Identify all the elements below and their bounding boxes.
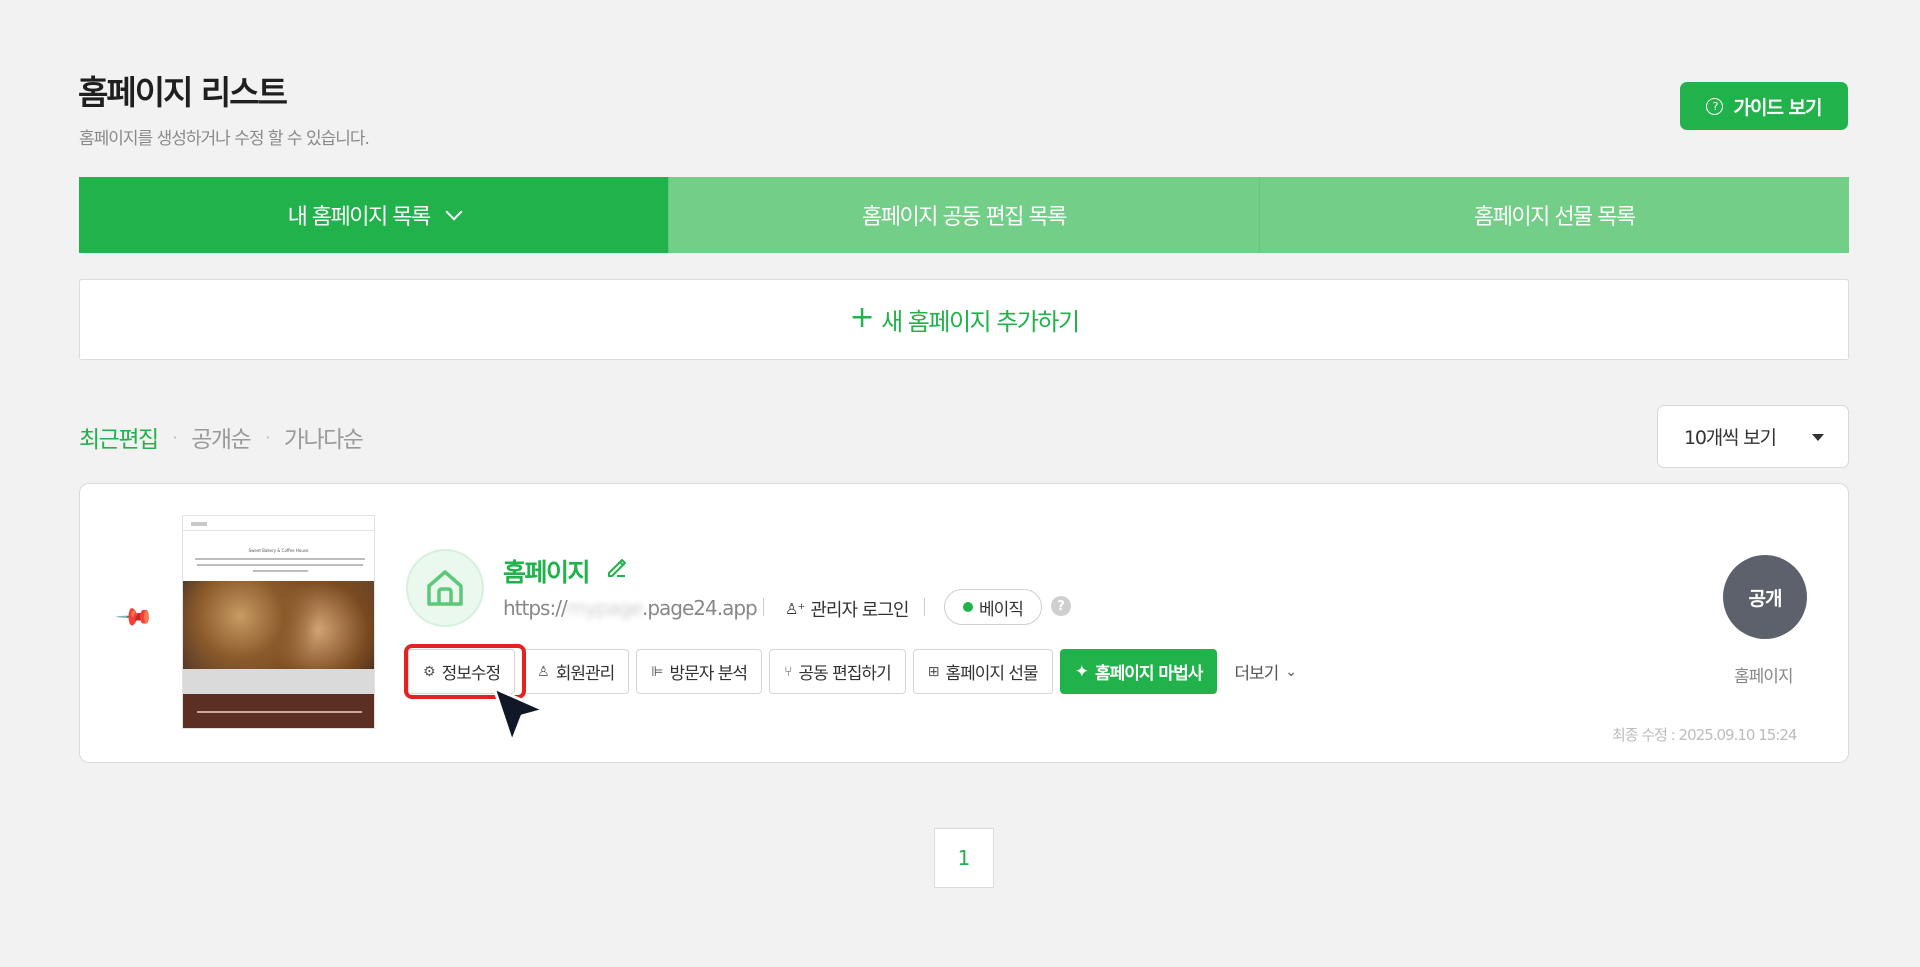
member-management-label: 회원관리 (555, 664, 616, 684)
edit-info-label: 정보수정 (441, 664, 502, 684)
add-homepage-button[interactable]: + 새 홈페이지 추가하기 (79, 279, 1849, 360)
visitor-analytics-label: 방문자 분석 (669, 664, 748, 684)
sort-options: 최근편집 · 공개순 · 가나다순 (79, 420, 364, 454)
user-key-icon: ♙⁺ (785, 600, 805, 618)
homepage-name[interactable]: 홈페이지 (503, 553, 591, 589)
homepage-wizard-button[interactable]: ✦ 홈페이지 마법사 (1059, 649, 1218, 694)
admin-login-label: 관리자 로그인 (810, 600, 909, 621)
plan-badge: 베이직 (944, 589, 1042, 625)
question-circle-icon: ? (1706, 97, 1724, 115)
help-icon[interactable]: ? (1051, 596, 1071, 616)
sort-separator: · (265, 427, 270, 447)
per-page-value: 10개씩 보기 (1684, 427, 1777, 449)
chevron-down-icon: ⌄ (1285, 663, 1297, 680)
more-button[interactable]: 더보기 ⌄ (1224, 649, 1306, 694)
tab-gifts[interactable]: 홈페이지 선물 목록 (1258, 177, 1849, 253)
homepage-thumbnail[interactable]: Sweet Bakery & Coffee House (182, 515, 375, 729)
guide-button[interactable]: ? 가이드 보기 (1680, 82, 1848, 130)
divider (924, 598, 925, 616)
co-edit-button[interactable]: ⑂ 공동 편집하기 (769, 649, 906, 694)
status-dot-icon (963, 602, 974, 612)
tab-co-editing[interactable]: 홈페이지 공동 편집 목록 (668, 177, 1259, 253)
tab-label: 홈페이지 공동 편집 목록 (862, 205, 1067, 230)
gift-icon: ⊞ (927, 663, 940, 680)
magic-wand-icon: ✦ (1074, 661, 1089, 682)
thumbnail-title: Sweet Bakery & Coffee House (248, 548, 309, 553)
homepage-wizard-label: 홈페이지 마법사 (1094, 664, 1203, 684)
edit-pencil-icon[interactable] (605, 555, 629, 585)
sort-recent[interactable]: 최근편집 (79, 420, 159, 454)
dropdown-arrow-icon (1812, 434, 1824, 441)
admin-login-link[interactable]: ♙⁺ 관리자 로그인 (785, 596, 909, 622)
user-icon: ♙ (537, 663, 550, 680)
plus-icon: + (849, 300, 874, 335)
publish-status-badge[interactable]: 공개 (1723, 555, 1807, 639)
sort-public[interactable]: 공개순 (191, 420, 251, 454)
homepage-url[interactable]: https://mypage.page24.app (503, 596, 758, 620)
mouse-cursor-icon (488, 684, 552, 752)
plan-badge-label: 베이직 (979, 599, 1024, 620)
co-edit-label: 공동 편집하기 (798, 664, 891, 684)
url-prefix: https:// (503, 596, 568, 620)
home-icon (406, 549, 484, 627)
gift-homepage-label: 홈페이지 선물 (945, 664, 1038, 684)
divider (763, 598, 764, 616)
gift-homepage-button[interactable]: ⊞ 홈페이지 선물 (912, 649, 1053, 694)
guide-button-label: 가이드 보기 (1733, 96, 1822, 119)
more-label: 더보기 (1234, 664, 1279, 684)
last-modified: 최종 수정 : 2025.09.10 15:24 (1612, 726, 1797, 744)
tab-label: 홈페이지 선물 목록 (1473, 205, 1636, 230)
per-page-select[interactable]: 10개씩 보기 (1657, 405, 1849, 468)
tab-my-homepages[interactable]: 내 홈페이지 목록 (79, 177, 669, 253)
sort-alphabetical[interactable]: 가나다순 (284, 420, 364, 454)
thumbnail-photo (183, 581, 374, 669)
tab-bar: 내 홈페이지 목록 홈페이지 공동 편집 목록 홈페이지 선물 목록 (79, 177, 1849, 253)
page-subtitle: 홈페이지를 생성하거나 수정 할 수 있습니다. (79, 129, 370, 149)
sort-separator: · (172, 427, 178, 447)
pagination-page-1[interactable]: 1 (934, 828, 994, 888)
chart-icon: ⊫ (651, 663, 663, 680)
url-blurred: mypage (566, 596, 643, 620)
page-title: 홈페이지 리스트 (78, 73, 288, 112)
add-homepage-label: 새 홈페이지 추가하기 (881, 308, 1080, 336)
url-suffix: .page24.app (641, 596, 758, 620)
tab-label: 내 홈페이지 목록 (287, 205, 432, 230)
gear-icon: ⚙ (423, 663, 436, 680)
chevron-down-icon (445, 203, 463, 221)
status-label: 홈페이지 (1734, 667, 1794, 687)
branch-icon: ⑂ (784, 663, 792, 680)
visitor-analytics-button[interactable]: ⊫ 방문자 분석 (636, 649, 763, 694)
